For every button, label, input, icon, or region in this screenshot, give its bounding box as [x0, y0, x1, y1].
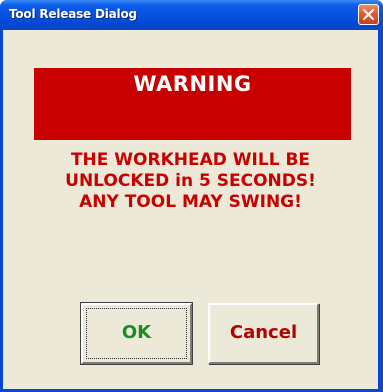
ok-button[interactable]: OK: [80, 302, 193, 365]
warning-banner-text: WARNING: [133, 72, 252, 96]
warning-message-line-3: ANY TOOL MAY SWING!: [79, 192, 302, 212]
ok-button-label: OK: [121, 322, 152, 343]
dialog-body: WARNING THE WORKHEAD WILL BE UNLOCKED in…: [3, 30, 378, 389]
dialog-window: Tool Release Dialog WARNING THE WORKHEAD…: [0, 0, 383, 392]
warning-message-line-1: THE WORKHEAD WILL BE: [70, 150, 311, 170]
close-button[interactable]: [358, 4, 379, 25]
window-border-right: [378, 30, 383, 392]
close-icon: [362, 8, 375, 21]
window-title: Tool Release Dialog: [9, 7, 137, 21]
warning-message: THE WORKHEAD WILL BE UNLOCKED in 5 SECON…: [3, 150, 378, 213]
title-bar[interactable]: Tool Release Dialog: [0, 0, 383, 30]
warning-message-line-2: UNLOCKED in 5 SECONDS!: [65, 171, 316, 191]
cancel-button-label: Cancel: [229, 322, 298, 343]
cancel-button[interactable]: Cancel: [208, 303, 319, 364]
warning-banner: WARNING: [34, 68, 351, 140]
